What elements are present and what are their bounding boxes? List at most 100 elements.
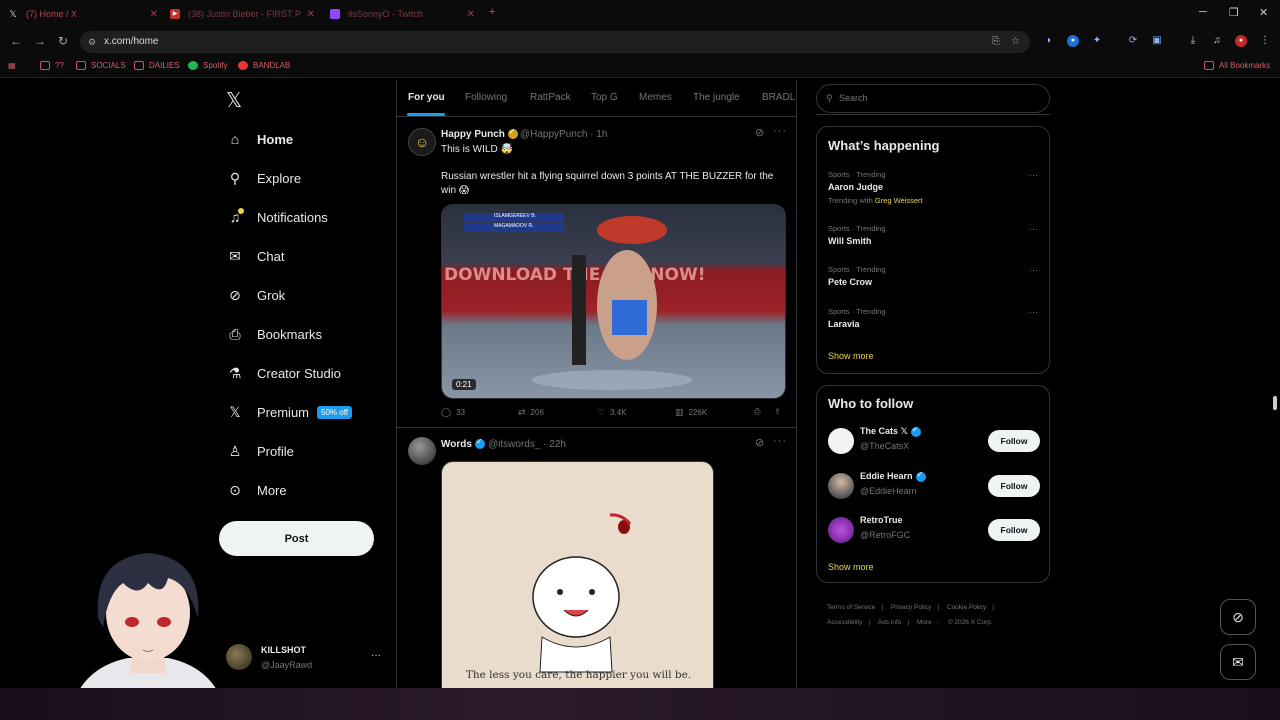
follow-button[interactable]: Follow [988,430,1040,452]
bookmark-spotify[interactable]: Spotify [188,61,227,70]
follow-button[interactable]: Follow [988,519,1040,541]
tab-memes[interactable]: Memes [639,92,672,103]
grok-icon[interactable]: ⊘ [755,436,765,449]
sidebar-item-notifications[interactable]: ♫ Notifications [226,203,328,231]
sidebar-item-chat[interactable]: ✉ Chat [226,242,284,270]
extension-icon[interactable]: ● [1067,35,1079,47]
bookmark-bandlab[interactable]: BANDLAB [238,61,290,70]
footer-link[interactable]: Terms of Service [827,604,875,611]
url-field[interactable]: ⚙ x.com/home ⎘ ☆ [80,31,1030,53]
post-handle[interactable]: @HappyPunch · 1h [520,129,607,140]
install-icon[interactable]: ⎘ [992,31,1000,53]
trend-more-icon[interactable]: ··· [1029,170,1038,180]
bookmark-folder[interactable]: ?? [40,61,64,70]
tab-the-jungle[interactable]: The jungle [693,92,740,103]
sidebar-item-grok[interactable]: ⊘ Grok [226,281,285,309]
sidebar-item-home[interactable]: ⌂ Home [226,125,293,153]
bookmark-folder[interactable]: DAILIES [134,61,180,70]
scrollbar-thumb[interactable] [1273,396,1277,410]
footer-link[interactable]: More ··· [917,619,940,626]
bookmark-icon[interactable]: ⎙ [754,407,760,417]
post-author[interactable]: Words [441,437,485,450]
scrollbar[interactable] [1270,80,1280,690]
post[interactable]: Words @itswords_ · 22h ⊘ ··· The less yo… [397,429,796,690]
close-icon[interactable]: ✕ [307,9,315,20]
reload-icon[interactable]: ↻ [58,34,68,48]
follow-suggestion[interactable]: Eddie Hearn @EddieHearn Follow [828,469,1040,501]
follow-suggestion[interactable]: The Cats 𝕏 @TheCatsX Follow [828,424,1040,456]
reply-button[interactable]: ◯ 33 [441,407,465,418]
share-icon[interactable]: ⇪ [774,407,781,416]
sidebar-item-profile[interactable]: ♙ Profile [226,437,294,465]
repost-button[interactable]: ⇄ 206 [518,407,544,418]
post-video[interactable]: DOWNLOAD THE APP NOW! ISLAMGEREEV B. MAG… [441,204,786,399]
maximize-icon[interactable]: ❐ [1229,6,1239,19]
post-more-icon[interactable]: ··· [773,125,787,137]
views-button[interactable]: ▥ 226K [675,407,707,418]
messages-float-button[interactable]: ✉ [1220,644,1256,680]
trend-more-icon[interactable]: ··· [1029,224,1038,234]
profile-avatar-icon[interactable]: ● [1235,35,1247,47]
post-image[interactable]: The less you care, the happier you will … [441,461,714,690]
back-icon[interactable]: ← [10,34,22,48]
post[interactable]: ☺ Happy Punch @HappyPunch · 1h ⊘ ··· Thi… [397,118,796,428]
media-icon[interactable]: ♫ [1211,35,1223,47]
show-more-link[interactable]: Show more [828,562,874,572]
download-icon[interactable]: ⤓ [1187,35,1199,47]
trend-with-name[interactable]: Greg Weissert [875,196,923,205]
footer-link[interactable]: Cookie Policy [947,604,986,611]
bookmark-folder[interactable]: SOCIALS [76,61,126,70]
footer-link[interactable]: Privacy Policy [891,604,931,611]
site-info-icon[interactable]: ⚙ [88,31,96,53]
follow-button[interactable]: Follow [988,475,1040,497]
post-handle[interactable]: @itswords_ · 22h [488,439,566,450]
trend-item[interactable]: Sports · Trending Aaron Judge Trending w… [828,170,1038,205]
post-author[interactable]: Happy Punch [441,127,518,140]
avatar[interactable] [408,437,436,465]
sidebar-item-bookmarks[interactable]: ⎙ Bookmarks [226,320,322,348]
browser-tab-youtube[interactable]: ▶ (38) Justin Bieber - FIRST P ✕ [170,4,315,24]
tab-rattpack[interactable]: RattPack [530,92,571,103]
browser-tab-twitch[interactable]: itsSonnyO - Twitch ✕ [330,4,475,24]
follow-suggestion[interactable]: RetroTrue @RetroFGC Follow [828,513,1040,545]
footer-link[interactable]: Accessibility [827,619,862,626]
tab-for-you[interactable]: For you [408,92,445,103]
close-window-icon[interactable]: ✕ [1259,6,1268,19]
side-panel-icon[interactable]: ▣ [1151,35,1163,47]
puzzle-icon[interactable]: ✦ [1091,35,1103,47]
trend-item[interactable]: Sports · Trending Pete Crow ··· [828,265,1038,287]
browser-tab-x[interactable]: 𝕏 (7) Home / X ✕ [8,4,158,24]
avatar[interactable]: ☺ [408,128,436,156]
x-logo-icon[interactable]: 𝕏 [226,88,242,113]
all-bookmarks[interactable]: All Bookmarks [1204,61,1270,70]
minimize-icon[interactable]: ─ [1199,6,1207,18]
trend-more-icon[interactable]: ··· [1029,307,1038,317]
grok-icon[interactable]: ⊘ [755,126,765,139]
tab-top-g[interactable]: Top G [591,92,618,103]
search-input[interactable]: ⚲ Search [816,84,1050,113]
tab-bradle[interactable]: BRADLE [762,92,796,103]
post-more-icon[interactable]: ··· [773,435,787,447]
account-switcher[interactable]: KILLSHOT @JaayRawd ··· [226,640,386,676]
star-icon[interactable]: ☆ [1011,31,1020,53]
trend-item[interactable]: Sports · Trending Will Smith ··· [828,224,1038,246]
sidebar-item-premium[interactable]: 𝕏 Premium 50% off [226,398,352,426]
tab-following[interactable]: Following [465,92,507,103]
sidebar-item-creator-studio[interactable]: ⚗ Creator Studio [226,359,341,387]
trend-more-icon[interactable]: ··· [1029,265,1038,275]
trend-item[interactable]: Sports · Trending Laravia ··· [828,307,1038,329]
sidebar-item-more[interactable]: ⊙ More [226,476,287,504]
apps-grid-icon[interactable]: ▦ [8,61,16,70]
close-icon[interactable]: ✕ [467,9,475,20]
menu-kebab-icon[interactable]: ⋮ [1259,35,1271,47]
new-tab-button[interactable]: + [489,6,495,18]
grok-float-button[interactable]: ⊘ [1220,599,1256,635]
like-button[interactable]: ♡ 3.4K [597,407,627,418]
footer-link[interactable]: Ads info [878,619,902,626]
forward-icon[interactable]: → [34,34,46,48]
account-more-icon[interactable]: ··· [371,650,381,661]
show-more-link[interactable]: Show more [828,351,874,361]
extension-icon[interactable]: ◗ [1043,35,1055,47]
sidebar-item-explore[interactable]: ⚲ Explore [226,164,301,192]
tab-search-icon[interactable]: ⟳ [1127,35,1139,47]
